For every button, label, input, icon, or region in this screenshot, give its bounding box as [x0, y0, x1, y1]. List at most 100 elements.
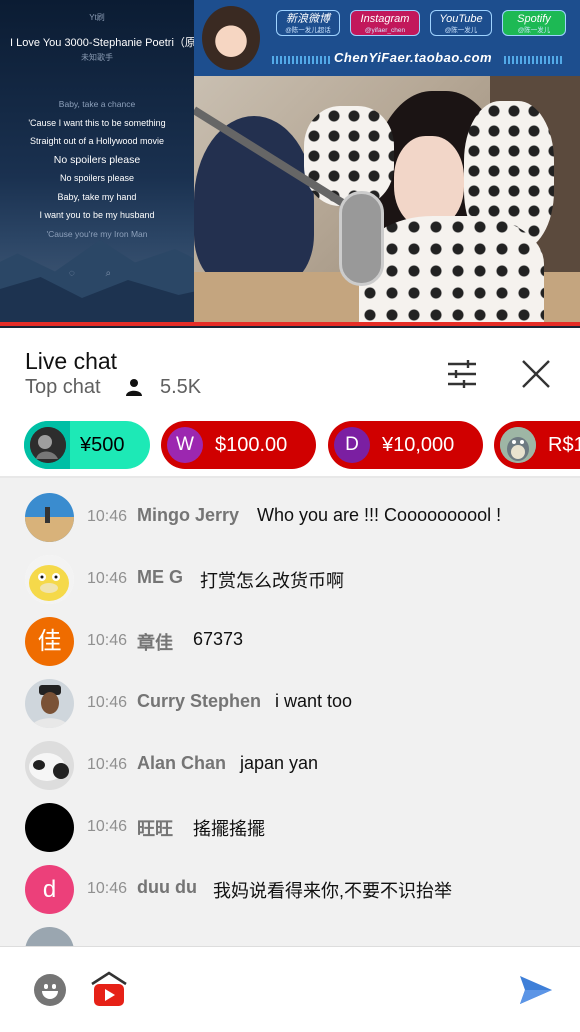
message-author[interactable]: ME G [137, 567, 183, 588]
audio-wave-decoration [504, 56, 564, 64]
chat-message: 10:46 ME G 打赏怎么改货币啊 [0, 548, 580, 610]
totoro-avatar-icon [500, 427, 536, 463]
lyrics-list: Baby, take a chance 'Cause I want this t… [0, 95, 194, 243]
person-icon [126, 379, 142, 396]
teddy-bear [194, 116, 314, 286]
avatar[interactable] [25, 679, 74, 728]
tune-icon[interactable] [444, 356, 480, 392]
lyric-line-current: No spoilers please [53, 153, 141, 166]
avatar[interactable] [25, 803, 74, 852]
message-text: Who you are !!! Coooooooool ! [257, 505, 502, 525]
lyric-line: Baby, take my hand [57, 191, 137, 202]
weibo-badge: 新浪微博 @陈一发儿超话 [276, 10, 340, 36]
emoji-icon[interactable] [34, 974, 66, 1006]
avatar[interactable] [25, 493, 74, 542]
lyric-line: 'Cause you're my Iron Man [46, 228, 148, 239]
panda-photo-icon [25, 741, 74, 790]
app-root: Yt刷 I Love You 3000-Stephanie Poetri（原唱 … [0, 0, 580, 1032]
super-chat-icon[interactable] [89, 970, 129, 1010]
streamer-body [359, 216, 544, 322]
song-artist: 未知歌手 [81, 53, 113, 62]
chat-message-list[interactable]: 10:46 Mingo Jerry Who you are !!! Cooooo… [0, 478, 580, 946]
chat-message-partial [0, 920, 580, 946]
message-author[interactable]: 章佳 [137, 629, 173, 655]
video-progress-fill [0, 322, 580, 326]
song-title: I Love You 3000-Stephanie Poetri（原唱 [10, 37, 194, 49]
message-time: 10:46 [87, 880, 128, 897]
chat-title: Live chat [25, 348, 118, 374]
instagram-badge: Instagram @yifaer_chen [350, 10, 420, 36]
lyric-line: No spoilers please [59, 173, 135, 183]
super-chat-amount: ¥500 [80, 434, 125, 456]
super-chat-amount: $100.00 [215, 434, 288, 456]
user-photo-icon [30, 427, 66, 463]
avatar: W [167, 427, 203, 463]
avatar [30, 427, 66, 463]
message-text: 打赏怎么改货币啊 [200, 571, 344, 591]
super-chat-amount: R$1 [548, 434, 580, 456]
youtube-handle: @陈一发儿 [444, 27, 478, 34]
message-author[interactable]: duu du [137, 877, 197, 898]
super-chat-amount: ¥10,000 [382, 434, 455, 456]
message-author[interactable]: Curry Stephen [137, 691, 261, 712]
chat-header: Live chat Top chat 5.5K [0, 328, 580, 412]
message-author[interactable]: Alan Chan [137, 753, 226, 774]
lyric-line: Straight out of a Hollywood movie [29, 136, 165, 146]
live-video-player[interactable]: Yt刷 I Love You 3000-Stephanie Poetri（原唱 … [0, 0, 580, 328]
chat-message: 10:46 旺旺 搖擺搖擺 [0, 796, 580, 858]
close-icon[interactable] [518, 356, 554, 392]
lyric-line: 'Cause I want this to be something [28, 117, 166, 128]
shop-url: ChenYiFaer.taobao.com [334, 50, 493, 65]
avatar[interactable] [25, 555, 74, 604]
message-time: 10:46 [87, 818, 128, 835]
super-chat-chip[interactable]: ¥500 [24, 421, 150, 469]
audio-wave-decoration [272, 56, 332, 64]
chat-message: 10:46 Curry Stephen i want too [0, 672, 580, 734]
player-control-icons: ◌ ⌕ [68, 268, 126, 279]
emoji-eye [44, 984, 48, 989]
super-chat-chip[interactable]: W $100.00 [161, 421, 316, 469]
instagram-handle: @yifaer_chen [364, 27, 406, 34]
user-photo-icon [25, 679, 74, 728]
message-text: japan yan [240, 753, 319, 773]
beach-photo-icon [25, 493, 74, 542]
spotify-badge: Spotify @陈一发儿 [502, 10, 566, 36]
youtube-badge: YouTube @陈一发儿 [430, 10, 492, 36]
avatar[interactable] [25, 927, 74, 946]
super-chat-chip[interactable]: D ¥10,000 [328, 421, 483, 469]
spotify-handle: @陈一发儿 [517, 27, 551, 34]
super-chat-ticker: ¥500 W $100.00 D ¥10,000 R$1 [0, 412, 580, 476]
lyric-line: I want you to be my husband [39, 210, 155, 220]
lyric-panel: Yt刷 I Love You 3000-Stephanie Poetri（原唱 … [0, 0, 194, 322]
message-time: 10:46 [87, 632, 128, 649]
viewer-count: 5.5K [160, 376, 202, 398]
streamer-face [394, 136, 464, 228]
youtube-label: YouTube [439, 13, 483, 25]
emoji-eye [52, 984, 56, 989]
message-time: 10:46 [87, 756, 128, 773]
chat-message: 10:46 Alan Chan japan yan [0, 734, 580, 796]
message-text: 我妈说看得来你,不要不识抬举 [213, 881, 452, 901]
avatar[interactable]: d [25, 865, 74, 914]
send-icon[interactable] [518, 974, 554, 1006]
emoji-mouth [42, 991, 58, 999]
streamer-banner: 新浪微博 @陈一发儿超话 Instagram @yifaer_chen YouT… [194, 0, 580, 76]
super-chat-chip[interactable]: R$1 [494, 421, 580, 469]
avatar[interactable] [25, 741, 74, 790]
message-time: 10:46 [87, 694, 128, 711]
avatar[interactable]: 佳 [25, 617, 74, 666]
microphone [339, 191, 384, 286]
message-time: 10:46 [87, 508, 128, 525]
instagram-label: Instagram [360, 13, 410, 25]
psyduck-avatar-icon [25, 555, 74, 604]
chat-message: 10:46 Mingo Jerry Who you are !!! Cooooo… [0, 486, 580, 548]
streamer-cartoon-avatar [202, 6, 260, 70]
message-text: i want too [275, 691, 353, 711]
avatar [500, 427, 536, 463]
message-time: 10:46 [87, 570, 128, 587]
song-header: Yt刷 [89, 13, 105, 22]
chat-mode-selector[interactable]: Top chat [25, 376, 101, 399]
weibo-handle: @陈一发儿超话 [285, 27, 331, 34]
message-author[interactable]: 旺旺 [137, 815, 173, 841]
message-author[interactable]: Mingo Jerry [137, 505, 239, 526]
